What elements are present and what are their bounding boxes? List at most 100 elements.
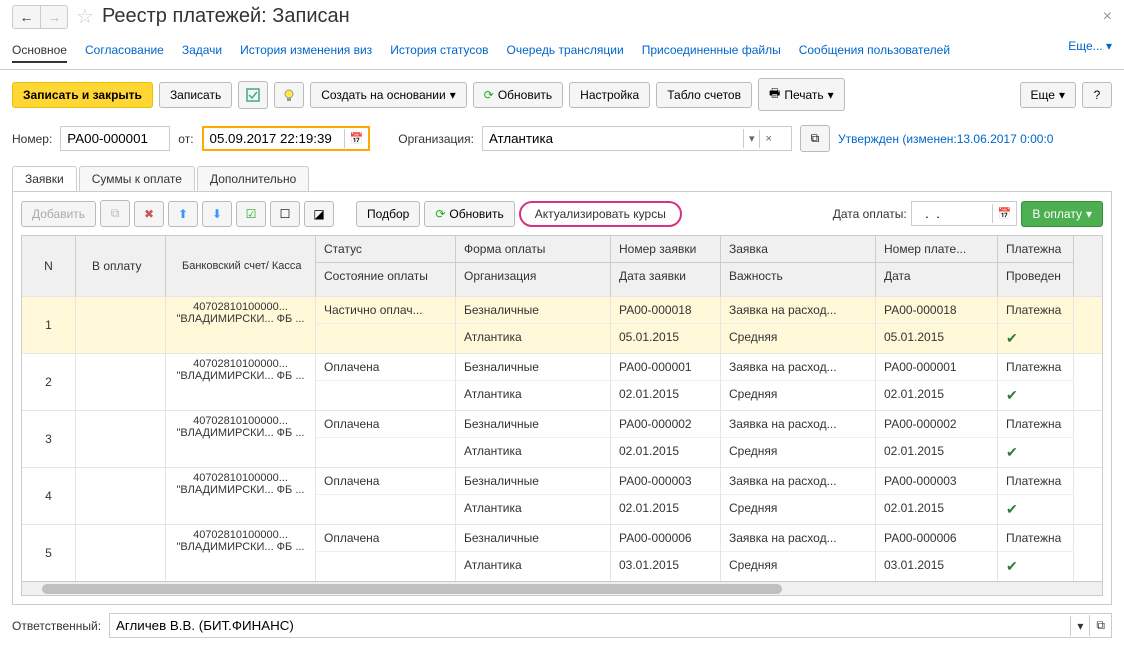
col-header-bank[interactable]: Банковский счет/ Касса bbox=[174, 242, 307, 290]
open-org-button[interactable]: ⧉ bbox=[800, 125, 830, 152]
open-icon[interactable]: ⧉ bbox=[1089, 615, 1111, 636]
number-label: Номер: bbox=[12, 132, 52, 146]
lamp-icon-button[interactable] bbox=[274, 82, 304, 108]
refresh-button[interactable]: ⟳ Обновить bbox=[473, 82, 563, 108]
refresh-icon: ⟳ bbox=[435, 207, 445, 221]
sub-tab-0[interactable]: Заявки bbox=[12, 166, 77, 191]
check-icon: ✔ bbox=[998, 438, 1073, 467]
nav-back-button[interactable]: ← bbox=[12, 5, 40, 29]
pay-date-label: Дата оплаты: bbox=[833, 207, 907, 221]
calendar-icon[interactable]: 📅 bbox=[992, 204, 1017, 223]
arrow-up-icon: ⬆ bbox=[178, 207, 188, 221]
col-header-state[interactable]: Состояние оплаты bbox=[316, 263, 455, 289]
nav-tab-2[interactable]: Задачи bbox=[182, 39, 222, 63]
sub-tab-2[interactable]: Дополнительно bbox=[197, 166, 309, 191]
col-header-priority[interactable]: Важность bbox=[721, 263, 875, 289]
responsible-field[interactable] bbox=[110, 615, 1070, 636]
close-icon[interactable]: × bbox=[1103, 8, 1112, 26]
pay-date-field[interactable] bbox=[912, 203, 992, 224]
col-header-org[interactable]: Организация bbox=[456, 263, 610, 289]
col-header-n[interactable]: N bbox=[30, 242, 67, 290]
favorite-star-icon[interactable]: ☆ bbox=[76, 4, 94, 29]
checkbox-mixed-icon: ◪ bbox=[313, 207, 324, 221]
delete-row-button[interactable]: ✖ bbox=[134, 201, 164, 227]
col-header-topay[interactable]: В оплату bbox=[84, 242, 157, 290]
pick-button[interactable]: Подбор bbox=[356, 201, 420, 227]
help-button[interactable]: ? bbox=[1082, 82, 1112, 108]
org-field[interactable] bbox=[483, 128, 743, 149]
col-header-status[interactable]: Статус bbox=[316, 236, 455, 263]
accounts-board-button[interactable]: Табло счетов bbox=[656, 82, 752, 108]
delete-x-icon: ✖ bbox=[144, 207, 154, 221]
nav-tab-5[interactable]: Очередь трансляции bbox=[507, 39, 624, 63]
print-button[interactable]: 🖶 Печать ▾ bbox=[758, 78, 845, 111]
nav-tab-3[interactable]: История изменения виз bbox=[240, 39, 372, 63]
check-icon: ✔ bbox=[998, 495, 1073, 524]
org-label: Организация: bbox=[398, 132, 474, 146]
table-row[interactable]: 240702810100000... "ВЛАДИМИРСКИ... ФБ ..… bbox=[22, 353, 1102, 410]
save-and-close-button[interactable]: Записать и закрыть bbox=[12, 82, 153, 108]
move-up-button[interactable]: ⬆ bbox=[168, 201, 198, 227]
check-icon: ✔ bbox=[998, 324, 1073, 353]
lightbulb-icon bbox=[282, 88, 296, 102]
copy-row-button[interactable]: ⧉ bbox=[100, 200, 130, 227]
col-header-reqnum[interactable]: Номер заявки bbox=[611, 236, 720, 263]
nav-tab-7[interactable]: Сообщения пользователей bbox=[799, 39, 950, 63]
add-row-button[interactable]: Добавить bbox=[21, 201, 96, 227]
chevron-down-icon[interactable]: ▾ bbox=[1070, 616, 1089, 636]
more-button[interactable]: Еще ▾ bbox=[1020, 82, 1076, 108]
settings-button[interactable]: Настройка bbox=[569, 82, 650, 108]
grid-refresh-button[interactable]: ⟳ Обновить bbox=[424, 201, 514, 227]
nav-tab-6[interactable]: Присоединенные файлы bbox=[642, 39, 781, 63]
nav-forward-button[interactable]: → bbox=[40, 5, 68, 29]
col-header-req[interactable]: Заявка bbox=[721, 236, 875, 263]
check-icon: ✔ bbox=[998, 381, 1073, 410]
move-down-button[interactable]: ⬇ bbox=[202, 201, 232, 227]
update-rates-button[interactable]: Актуализировать курсы bbox=[519, 201, 682, 227]
table-row[interactable]: 140702810100000... "ВЛАДИМИРСКИ... ФБ ..… bbox=[22, 296, 1102, 353]
col-header-docdate[interactable]: Дата bbox=[876, 263, 997, 289]
check-icon: ✔ bbox=[998, 552, 1073, 581]
checkbox-empty-icon: ☐ bbox=[280, 207, 291, 221]
post-icon-button[interactable] bbox=[238, 81, 268, 109]
save-button[interactable]: Записать bbox=[159, 82, 232, 108]
to-pay-button[interactable]: В оплату ▾ bbox=[1021, 201, 1103, 227]
col-header-reqdate[interactable]: Дата заявки bbox=[611, 263, 720, 289]
post-icon bbox=[245, 87, 261, 103]
open-icon: ⧉ bbox=[811, 131, 820, 146]
nav-tab-1[interactable]: Согласование bbox=[85, 39, 164, 63]
chevron-down-icon: ▾ bbox=[1086, 207, 1092, 221]
sub-tab-1[interactable]: Суммы к оплате bbox=[79, 166, 195, 191]
date-field[interactable] bbox=[204, 128, 344, 149]
main-nav-tabs: Основное Согласование Задачи История измене… bbox=[0, 33, 1124, 70]
calendar-icon[interactable]: 📅 bbox=[344, 129, 369, 148]
chevron-down-icon[interactable]: ▾ bbox=[743, 129, 760, 148]
col-header-form[interactable]: Форма оплаты bbox=[456, 236, 610, 263]
clear-icon[interactable]: × bbox=[759, 130, 776, 148]
sub-tabs: ЗаявкиСуммы к оплатеДополнительно bbox=[0, 158, 1124, 191]
nav-tab-4[interactable]: История статусов bbox=[390, 39, 488, 63]
number-field[interactable] bbox=[60, 126, 170, 151]
col-header-docnum[interactable]: Номер плате... bbox=[876, 236, 997, 263]
copy-icon: ⧉ bbox=[111, 206, 120, 221]
table-row[interactable]: 340702810100000... "ВЛАДИМИРСКИ... ФБ ..… bbox=[22, 410, 1102, 467]
horizontal-scrollbar[interactable] bbox=[22, 581, 1102, 595]
nav-tab-0[interactable]: Основное bbox=[12, 39, 67, 63]
table-row[interactable]: 440702810100000... "ВЛАДИМИРСКИ... ФБ ..… bbox=[22, 467, 1102, 524]
create-based-on-button[interactable]: Создать на основании ▾ bbox=[310, 82, 467, 108]
toggle-check-button[interactable]: ◪ bbox=[304, 201, 334, 227]
requests-grid[interactable]: N В оплату Банковский счет/ Касса Статус… bbox=[21, 235, 1103, 596]
uncheck-all-button[interactable]: ☐ bbox=[270, 201, 300, 227]
col-header-posted[interactable]: Проведен bbox=[998, 263, 1073, 289]
approval-status[interactable]: Утвержден (изменен:13.06.2017 0:00:0 bbox=[838, 132, 1054, 146]
chevron-down-icon: ▾ bbox=[450, 88, 456, 102]
table-row[interactable]: 540702810100000... "ВЛАДИМИРСКИ... ФБ ..… bbox=[22, 524, 1102, 581]
arrow-down-icon: ⬇ bbox=[212, 207, 222, 221]
col-header-doc[interactable]: Платежна bbox=[998, 236, 1073, 263]
nav-more-link[interactable]: Еще... ▾ bbox=[1068, 39, 1112, 63]
printer-icon: 🖶 bbox=[769, 84, 780, 105]
chevron-down-icon: ▾ bbox=[828, 88, 834, 102]
checkbox-checked-icon: ☑ bbox=[246, 207, 257, 221]
check-all-button[interactable]: ☑ bbox=[236, 201, 266, 227]
chevron-down-icon: ▾ bbox=[1106, 39, 1112, 53]
